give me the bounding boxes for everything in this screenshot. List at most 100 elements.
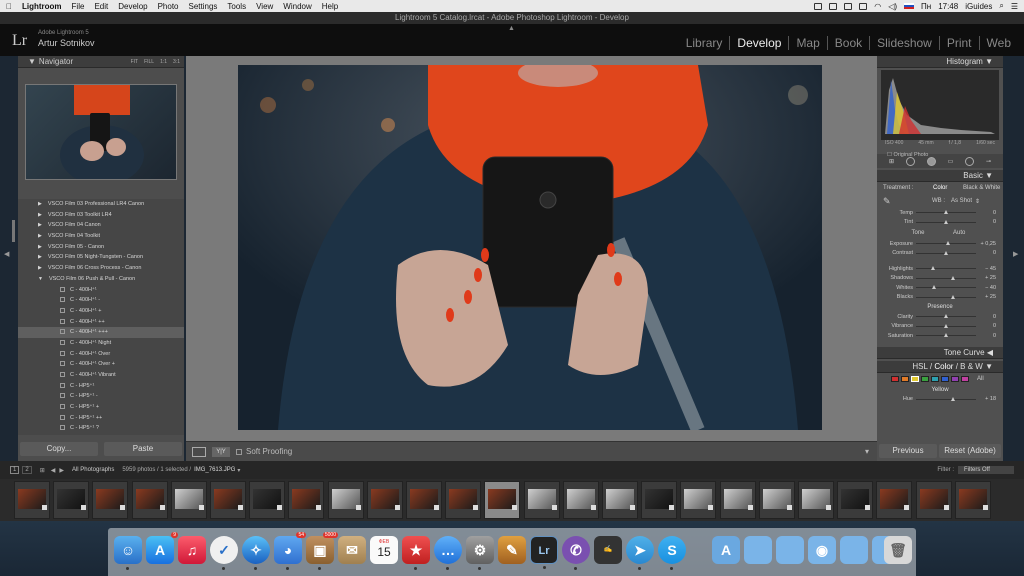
eyedropper-icon[interactable]: ✎ [883, 196, 913, 207]
filmstrip-thumbnail[interactable] [915, 481, 952, 519]
slider-knob[interactable] [944, 219, 948, 224]
nav-mode-1-1[interactable]: 1:1 [160, 56, 167, 68]
documents-folder-icon[interactable] [744, 536, 772, 564]
preset-item[interactable]: C - HP5⁺¹ - [18, 391, 184, 402]
original-photo-checkbox[interactable]: ☐ Original Photo [887, 152, 928, 158]
preset-item[interactable]: C - HP5⁺¹ ++ [18, 413, 184, 424]
blacks-slider[interactable]: Blacks + 25 [877, 293, 1003, 303]
preset-item[interactable]: C - 400H⁺¹ Over + [18, 359, 184, 370]
slider-knob[interactable] [932, 285, 936, 290]
filmstrip-thumbnail[interactable] [798, 481, 834, 519]
filmstrip-thumbnail[interactable] [288, 481, 325, 519]
radial-filter-icon[interactable] [965, 156, 975, 166]
search-icon[interactable]: ⌕ [999, 1, 1003, 11]
telegram-icon[interactable]: ➤ [626, 536, 654, 570]
language-flag-icon[interactable] [904, 3, 915, 9]
highlights-slider[interactable]: Highlights − 45 [877, 264, 1003, 274]
preset-item[interactable]: C - 400H⁺¹ Vibrant [18, 370, 184, 381]
preset-folder[interactable]: ▶ VSCO Film 05 Night-Tungsten - Canon [18, 252, 184, 263]
preset-folder[interactable]: ▶ VSCO Film 03 Toolkit LR4 [18, 210, 184, 221]
nav-mode-fit[interactable]: FIT [131, 56, 139, 68]
filmstrip-thumbnail[interactable] [131, 481, 168, 519]
scrollbar[interactable] [12, 220, 15, 242]
module-library[interactable]: Library [679, 36, 730, 50]
basic-header[interactable]: Basic ▼ [877, 170, 1003, 182]
lightroom-icon[interactable]: Lr [530, 536, 558, 569]
bookmark-icon[interactable]: ★ [402, 536, 430, 570]
slider-knob[interactable] [944, 323, 948, 328]
tint-slider[interactable]: Tint 0 [877, 218, 1003, 228]
filmstrip-thumbnail[interactable] [758, 481, 795, 519]
module-book[interactable]: Book [826, 36, 869, 50]
menu-file[interactable]: File [72, 2, 85, 11]
wb-select[interactable]: As Shot [951, 198, 972, 204]
preset-item[interactable]: C - 400H⁺¹ - [18, 295, 184, 306]
preset-item-selected[interactable]: C - 400H⁺¹ +++ [18, 327, 184, 338]
filmstrip-thumbnail[interactable] [680, 481, 717, 519]
user-name[interactable]: iGuides [965, 2, 992, 11]
filmstrip-thumbnail[interactable] [170, 481, 207, 519]
status-icon[interactable] [829, 2, 838, 10]
tweetbot-icon[interactable]: ◕ 54 [274, 532, 306, 570]
folder-icon[interactable] [840, 536, 868, 564]
navigator-header[interactable]: ▼ Navigator FIT FILL 1:1 3:1 [18, 56, 184, 68]
calendar-icon[interactable]: ФЕВ 15 [370, 536, 398, 564]
apple-menu-icon[interactable]:  [6, 2, 12, 11]
deliveries-icon[interactable]: ▣ 5000 [306, 532, 338, 570]
nav-mode-fill[interactable]: FILL [144, 56, 154, 68]
module-map[interactable]: Map [788, 36, 826, 50]
menu-tools[interactable]: Tools [227, 2, 246, 11]
preset-item[interactable]: C - 400H⁺¹ ++ [18, 317, 184, 328]
filmstrip-thumbnail[interactable] [602, 481, 638, 519]
system-preferences-icon[interactable]: ⚙ [466, 536, 494, 570]
color-tab[interactable]: Color [934, 362, 953, 371]
slider-knob[interactable] [944, 314, 948, 319]
filmstrip-thumbnail[interactable] [719, 481, 756, 519]
preset-folder[interactable]: ▶ VSCO Film 04 Toolkit [18, 231, 184, 242]
slider-knob[interactable] [944, 210, 948, 215]
slider-knob[interactable] [944, 333, 948, 338]
filmstrip-thumbnail[interactable] [641, 481, 678, 519]
wifi-icon[interactable]: ◠ [874, 2, 881, 11]
tone-curve-header[interactable]: Tone Curve ◀ [877, 346, 1003, 359]
shadows-slider[interactable]: Shadows + 25 [877, 274, 1003, 284]
auto-tone-button[interactable]: Auto [953, 230, 965, 236]
menu-develop[interactable]: Develop [118, 2, 147, 11]
treatment-bw[interactable]: Black & White [963, 185, 1000, 191]
reset-button[interactable]: Reset (Adobe) [939, 444, 1001, 458]
previous-button[interactable]: Previous [879, 444, 937, 458]
copy-button[interactable]: Copy... [20, 442, 98, 456]
exposure-slider[interactable]: Exposure + 0,25 [877, 239, 1003, 249]
preset-item[interactable]: C - 400H⁺¹ [18, 285, 184, 296]
crop-tool-icon[interactable]: ⊞ [889, 158, 894, 165]
hsl-header[interactable]: HSL / Color / B & W ▼ [877, 360, 1003, 373]
clock-time[interactable]: 17:48 [938, 2, 958, 11]
filmstrip-thumbnail[interactable] [406, 481, 442, 519]
navigator-preview[interactable] [25, 84, 177, 180]
toolbar-menu-icon[interactable]: ▾ [865, 447, 869, 456]
slider-knob[interactable] [951, 275, 956, 280]
collapse-top-panel-icon[interactable]: ▲ [508, 25, 515, 32]
graduated-filter-icon[interactable]: ▭ [948, 158, 954, 165]
music-icon[interactable]: ♫ [178, 536, 206, 564]
filmstrip-thumbnail[interactable] [562, 481, 599, 519]
bw-tab[interactable]: B & W [960, 362, 983, 371]
preset-folder[interactable]: ▶ VSCO Film 03 Professional LR4 Canon [18, 199, 184, 210]
menu-view[interactable]: View [256, 2, 273, 11]
filmstrip-thumbnail[interactable] [92, 481, 129, 519]
filmstrip-thumbnail[interactable] [327, 481, 364, 519]
folder-icon[interactable] [776, 536, 804, 564]
menu-window[interactable]: Window [283, 2, 311, 11]
menu-edit[interactable]: Edit [94, 2, 108, 11]
appstore-icon[interactable]: A9 [146, 532, 178, 564]
menu-settings[interactable]: Settings [189, 2, 218, 11]
paste-button[interactable]: Paste [104, 442, 182, 456]
swatch-red[interactable] [891, 375, 899, 382]
hsl-tab[interactable]: HSL [912, 362, 927, 371]
volume-icon[interactable]: ◁) [888, 2, 897, 11]
status-icon[interactable] [859, 2, 868, 10]
forward-arrow-icon[interactable]: ▶ [59, 467, 64, 474]
treatment-color[interactable]: Color [933, 185, 963, 191]
filmstrip-thumbnail[interactable] [210, 481, 246, 519]
grid-icon[interactable]: ⊞ [40, 467, 45, 474]
